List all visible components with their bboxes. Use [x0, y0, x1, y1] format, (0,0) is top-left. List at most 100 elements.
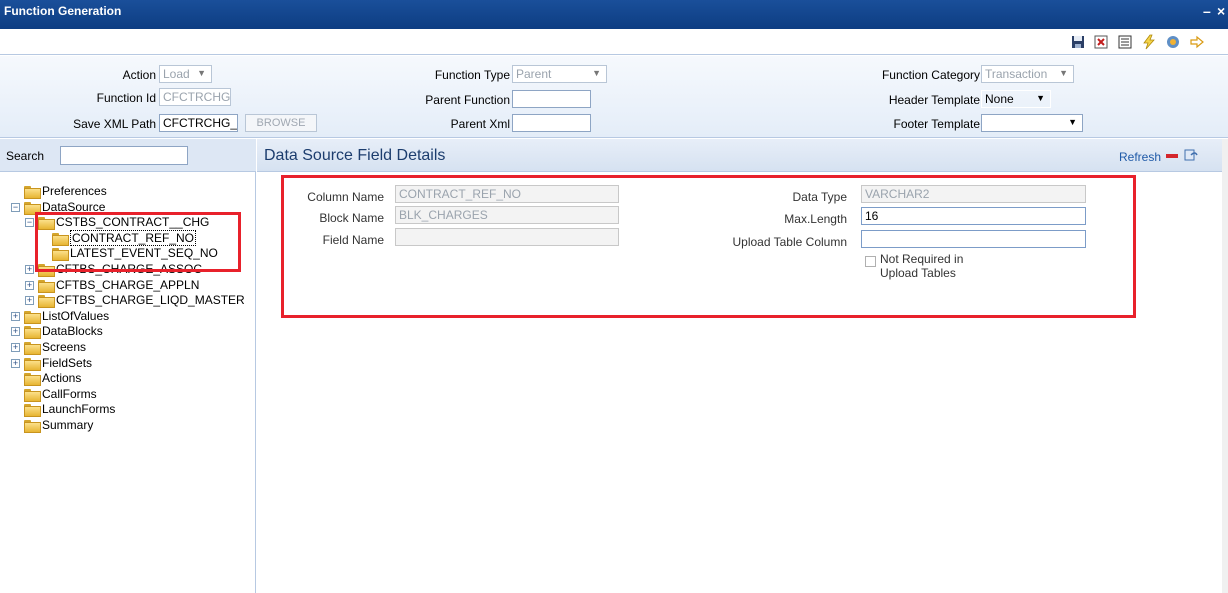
not-required-label-line1: Not Required in [880, 252, 964, 266]
expand-icon[interactable]: + [25, 280, 34, 290]
folder-icon [24, 185, 41, 199]
expand-icon[interactable]: + [11, 358, 20, 368]
exit-icon[interactable] [1189, 34, 1205, 50]
function-type-label: Function Type [434, 68, 510, 82]
parent-function-label: Parent Function [425, 93, 510, 107]
tree-node[interactable]: Actions [24, 370, 81, 386]
max-length-field[interactable]: 16 [861, 207, 1086, 225]
tree-node[interactable]: LaunchForms [24, 401, 115, 417]
chevron-down-icon: ▼ [1068, 117, 1077, 127]
folder-icon [24, 372, 41, 386]
data-type-field[interactable]: VARCHAR2 [861, 185, 1086, 203]
minimize-button[interactable]: – [1203, 4, 1211, 18]
folder-icon [24, 403, 41, 417]
parent-function-field[interactable] [512, 90, 591, 108]
list-icon[interactable] [1117, 34, 1133, 50]
tree-node[interactable]: + Screens [11, 339, 86, 355]
tree-node-label: Preferences [42, 184, 107, 198]
expand-icon[interactable]: + [11, 311, 20, 321]
parent-xml-label: Parent Xml [450, 117, 510, 131]
expand-icon[interactable]: + [11, 342, 20, 352]
save-xml-path-field[interactable]: CFCTRCHG_F [159, 114, 238, 132]
refresh-link[interactable]: Refresh [1119, 150, 1161, 164]
field-name-label: Field Name [322, 233, 384, 247]
save-xml-path-label: Save XML Path [73, 117, 156, 131]
tree-panel: Search Preferences − DataSource − CSTBS_CONT… [0, 139, 256, 593]
scrollbar[interactable] [1222, 139, 1228, 593]
folder-icon [24, 310, 41, 324]
tree-node-label: CFTBS_CHARGE_APPLN [56, 278, 200, 292]
folder-icon [24, 419, 41, 433]
folder-icon [24, 388, 41, 402]
toolbar [0, 29, 1228, 55]
function-type-select[interactable]: Parent ▼ [512, 65, 607, 83]
block-name-field[interactable]: BLK_CHARGES [395, 206, 619, 224]
expand-icon[interactable]: + [11, 326, 20, 336]
data-type-label: Data Type [792, 190, 847, 204]
collapse-icon[interactable]: − [25, 217, 34, 227]
tree-node[interactable]: + DataBlocks [11, 323, 103, 339]
tree-node[interactable]: + CFTBS_CHARGE_LIQD_MASTER [25, 292, 245, 308]
expand-icon[interactable]: + [25, 295, 34, 305]
browse-button[interactable]: BROWSE [245, 114, 317, 132]
window-titlebar: Function Generation – × [0, 0, 1228, 29]
function-category-label: Function Category [881, 68, 980, 82]
tree-node-label: DataBlocks [42, 324, 103, 338]
action-select[interactable]: Load ▼ [159, 65, 212, 83]
tree-node[interactable]: CallForms [24, 386, 97, 402]
block-name-label: Block Name [319, 211, 384, 225]
tree-node[interactable]: + CFTBS_CHARGE_APPLN [25, 277, 199, 293]
release-icon[interactable] [1165, 34, 1181, 50]
generate-icon[interactable] [1141, 34, 1157, 50]
window-title: Function Generation [4, 4, 122, 18]
undock-icon[interactable] [1183, 147, 1199, 166]
delete-icon[interactable] [1093, 34, 1109, 50]
tree-node[interactable]: Summary [24, 417, 93, 433]
footer-template-select[interactable]: ▼ [981, 114, 1083, 132]
folder-icon [38, 279, 55, 293]
column-name-field[interactable]: CONTRACT_REF_NO [395, 185, 619, 203]
save-icon[interactable] [1070, 34, 1086, 50]
header-template-select[interactable]: None ▼ [981, 90, 1051, 108]
column-name-label: Column Name [307, 190, 384, 204]
action-label: Action [122, 68, 156, 82]
field-name-field[interactable] [395, 228, 619, 246]
tree-node-label: Screens [42, 340, 87, 354]
folder-icon [24, 201, 41, 215]
search-input[interactable] [60, 146, 188, 165]
folder-icon [24, 341, 41, 355]
search-label: Search [6, 149, 45, 163]
tree-node[interactable]: + ListOfValues [11, 308, 109, 324]
not-required-checkbox[interactable] [865, 256, 876, 267]
tree-node[interactable]: Preferences [24, 183, 107, 199]
tree-node-label: ListOfValues [42, 309, 110, 323]
footer-template-label: Footer Template [893, 117, 981, 131]
tree-node-label: CFTBS_CHARGE_LIQD_MASTER [56, 293, 245, 307]
not-required-label-line2: Upload Tables [880, 266, 956, 280]
chevron-down-icon: ▼ [1036, 93, 1045, 103]
chevron-down-icon: ▼ [592, 68, 601, 78]
tree-node-label: Summary [42, 418, 94, 432]
expand-icon[interactable]: + [25, 264, 34, 274]
folder-icon [38, 294, 55, 308]
function-category-select[interactable]: Transaction ▼ [981, 65, 1074, 83]
upload-table-column-label: Upload Table Column [732, 235, 847, 249]
max-length-label: Max.Length [784, 212, 847, 226]
tree-node-label: LaunchForms [42, 402, 116, 416]
tree-node-label: Actions [42, 371, 82, 385]
collapse-icon[interactable] [1166, 154, 1178, 158]
header-template-label: Header Template [888, 93, 980, 107]
folder-icon [24, 325, 41, 339]
function-id-field[interactable]: CFCTRCHG [159, 88, 231, 106]
chevron-down-icon: ▼ [1059, 68, 1068, 78]
collapse-icon[interactable]: − [11, 202, 20, 212]
function-header-form: Action Load ▼ Function Id CFCTRCHG Save X… [0, 56, 1228, 138]
chevron-down-icon: ▼ [197, 68, 206, 78]
details-panel: Data Source Field Details Refresh Column… [257, 139, 1228, 593]
tree-node-label: FieldSets [42, 356, 93, 370]
details-header: Data Source Field Details Refresh [257, 139, 1222, 172]
close-button[interactable]: × [1217, 4, 1225, 18]
parent-xml-field[interactable] [512, 114, 591, 132]
upload-table-column-field[interactable] [861, 230, 1086, 248]
tree-node[interactable]: + FieldSets [11, 355, 92, 371]
